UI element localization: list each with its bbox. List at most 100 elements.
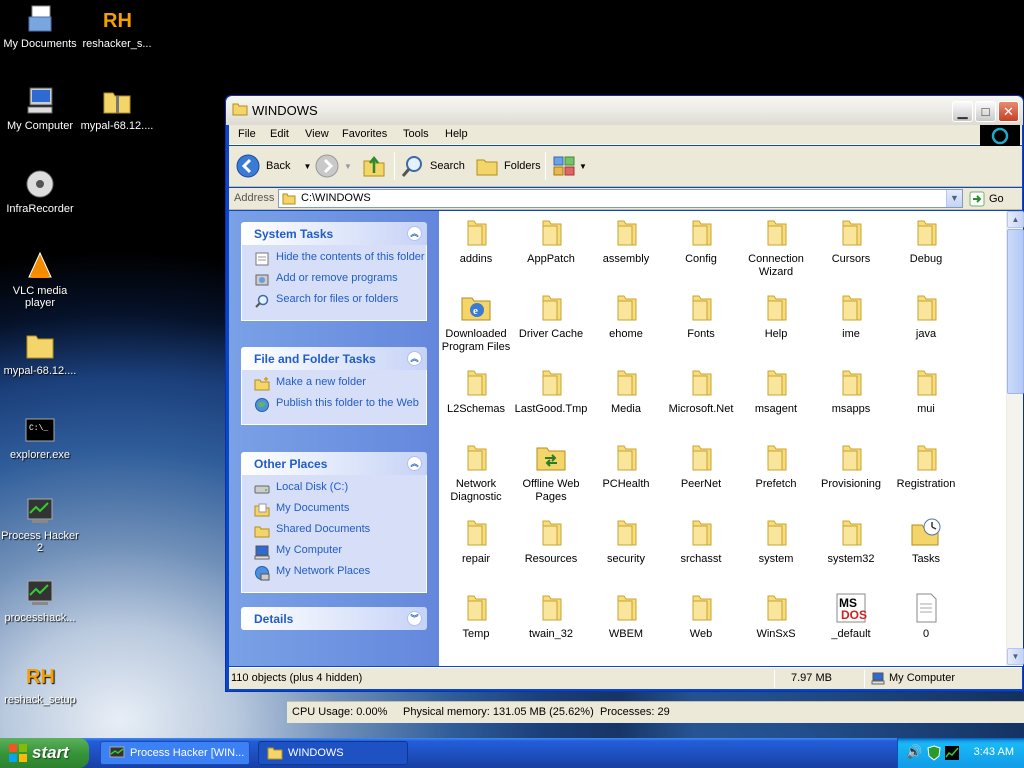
file-item[interactable]: MS DOS _default bbox=[814, 592, 888, 641]
address-dropdown-button[interactable]: ▼ bbox=[946, 190, 962, 207]
go-button[interactable]: Go bbox=[969, 190, 1004, 208]
place-my-documents[interactable]: My Documents bbox=[254, 502, 426, 518]
desktop-icon-my-documents[interactable]: My Documents bbox=[0, 3, 80, 50]
menu-edit[interactable]: Edit bbox=[270, 128, 289, 140]
scroll-thumb[interactable] bbox=[1007, 229, 1024, 394]
collapse-icon[interactable]: ︽ bbox=[407, 226, 422, 241]
file-item[interactable]: AppPatch bbox=[514, 217, 588, 266]
menu-tools[interactable]: Tools bbox=[403, 128, 429, 140]
file-item[interactable]: Cursors bbox=[814, 217, 888, 266]
file-item[interactable]: PeerNet bbox=[664, 442, 738, 491]
task-search-files[interactable]: Search for files or folders bbox=[254, 293, 426, 309]
other-places-header[interactable]: Other Places ︽ bbox=[241, 452, 427, 475]
place-shared-documents[interactable]: Shared Documents bbox=[254, 523, 426, 539]
file-item[interactable]: ehome bbox=[589, 292, 663, 341]
file-item[interactable]: java bbox=[889, 292, 963, 341]
collapse-icon[interactable]: ︽ bbox=[407, 351, 422, 366]
desktop-icon-processhack-setup[interactable]: processhack... bbox=[0, 577, 80, 624]
file-item[interactable]: 0 bbox=[889, 592, 963, 641]
process-hacker-tray-icon[interactable] bbox=[944, 745, 960, 761]
file-item[interactable]: Media bbox=[589, 367, 663, 416]
minimize-button[interactable]: ▁ bbox=[952, 101, 973, 122]
volume-icon[interactable]: 🔊 bbox=[906, 744, 922, 760]
file-item[interactable]: Network Diagnostic bbox=[439, 442, 513, 504]
file-item[interactable]: Config bbox=[664, 217, 738, 266]
menu-file[interactable]: File bbox=[238, 128, 256, 140]
taskbar-button-windows[interactable]: WINDOWS bbox=[258, 741, 408, 765]
desktop-icon-infrarecorder[interactable]: InfraRecorder bbox=[0, 168, 80, 215]
up-folder-button[interactable] bbox=[361, 152, 387, 180]
address-input[interactable]: C:\WINDOWS ▼ bbox=[278, 189, 963, 208]
desktop-icon-mypal-folder[interactable]: mypal-68.12.... bbox=[0, 330, 80, 377]
file-item[interactable]: LastGood.Tmp bbox=[514, 367, 588, 416]
desktop-icon-reshacker[interactable]: RH reshacker_s... bbox=[77, 3, 157, 50]
menu-help[interactable]: Help bbox=[445, 128, 468, 140]
scroll-up-button[interactable]: ▲ bbox=[1007, 211, 1024, 228]
desktop-icon-vlc[interactable]: VLC media player bbox=[0, 250, 80, 309]
file-item[interactable]: assembly bbox=[589, 217, 663, 266]
menu-view[interactable]: View bbox=[305, 128, 329, 140]
title-bar[interactable]: WINDOWS ▁ □ ✕ bbox=[226, 96, 1023, 125]
file-item[interactable]: ime bbox=[814, 292, 888, 341]
file-item[interactable]: Fonts bbox=[664, 292, 738, 341]
search-button[interactable]: Search bbox=[401, 152, 465, 180]
desktop-icon-process-hacker[interactable]: Process Hacker 2 bbox=[0, 495, 80, 554]
taskbar-button-process-hacker[interactable]: Process Hacker [WIN... bbox=[100, 741, 250, 765]
forward-button[interactable]: ▼ bbox=[314, 152, 352, 180]
task-add-remove-programs[interactable]: Add or remove programs bbox=[254, 272, 426, 288]
task-make-new-folder[interactable]: Make a new folder bbox=[254, 376, 426, 392]
file-item[interactable]: Driver Cache bbox=[514, 292, 588, 341]
back-button[interactable]: Back ▼ bbox=[235, 152, 311, 180]
maximize-button[interactable]: □ bbox=[975, 101, 996, 122]
place-my-network-places[interactable]: My Network Places bbox=[254, 565, 426, 581]
close-button[interactable]: ✕ bbox=[998, 101, 1019, 122]
file-item[interactable]: Prefetch bbox=[739, 442, 813, 491]
task-hide-contents[interactable]: Hide the contents of this folder bbox=[254, 251, 426, 267]
collapse-icon[interactable]: ︽ bbox=[407, 456, 422, 471]
file-item[interactable]: system bbox=[739, 517, 813, 566]
file-item[interactable]: Microsoft.Net bbox=[664, 367, 738, 416]
file-item[interactable]: PCHealth bbox=[589, 442, 663, 491]
file-item[interactable]: e Downloaded Program Files bbox=[439, 292, 513, 354]
file-item[interactable]: Help bbox=[739, 292, 813, 341]
place-local-disk[interactable]: Local Disk (C:) bbox=[254, 481, 426, 497]
file-item[interactable]: WBEM bbox=[589, 592, 663, 641]
desktop-icon-my-computer[interactable]: My Computer bbox=[0, 85, 80, 132]
desktop-icon-reshack-setup[interactable]: RH reshack_setup bbox=[0, 659, 80, 706]
system-tasks-header[interactable]: System Tasks ︽ bbox=[241, 222, 427, 245]
folders-button[interactable]: Folders bbox=[475, 152, 541, 180]
views-button[interactable]: ▼ bbox=[552, 152, 587, 180]
file-item[interactable]: Connection Wizard bbox=[739, 217, 813, 279]
start-button[interactable]: start bbox=[0, 738, 89, 768]
file-item[interactable]: system32 bbox=[814, 517, 888, 566]
file-item[interactable]: Registration bbox=[889, 442, 963, 491]
file-item[interactable]: addins bbox=[439, 217, 513, 266]
place-my-computer[interactable]: My Computer bbox=[254, 544, 426, 560]
file-item[interactable]: mui bbox=[889, 367, 963, 416]
file-item[interactable]: L2Schemas bbox=[439, 367, 513, 416]
file-item[interactable]: Provisioning bbox=[814, 442, 888, 491]
desktop-icon-explorer-exe[interactable]: C:\_ explorer.exe bbox=[0, 414, 80, 461]
scroll-down-button[interactable]: ▼ bbox=[1007, 648, 1024, 665]
file-item[interactable]: twain_32 bbox=[514, 592, 588, 641]
file-item[interactable]: Resources bbox=[514, 517, 588, 566]
security-shield-icon[interactable] bbox=[927, 745, 941, 761]
task-publish-folder[interactable]: Publish this folder to the Web bbox=[254, 397, 426, 413]
file-item[interactable]: WinSxS bbox=[739, 592, 813, 641]
file-item[interactable]: security bbox=[589, 517, 663, 566]
details-header[interactable]: Details ︾ bbox=[241, 607, 427, 630]
file-item[interactable]: Tasks bbox=[889, 517, 963, 566]
file-item[interactable]: srchasst bbox=[664, 517, 738, 566]
file-item[interactable]: Offline Web Pages bbox=[514, 442, 588, 504]
file-folder-tasks-header[interactable]: File and Folder Tasks ︽ bbox=[241, 347, 427, 370]
file-item[interactable]: Web bbox=[664, 592, 738, 641]
expand-icon[interactable]: ︾ bbox=[407, 611, 422, 626]
file-item[interactable]: repair bbox=[439, 517, 513, 566]
file-item[interactable]: Debug bbox=[889, 217, 963, 266]
desktop-icon-mypal-zip[interactable]: mypal-68.12.... bbox=[77, 85, 157, 132]
file-item[interactable]: Temp bbox=[439, 592, 513, 641]
file-item[interactable]: msagent bbox=[739, 367, 813, 416]
file-item[interactable]: msapps bbox=[814, 367, 888, 416]
menu-favorites[interactable]: Favorites bbox=[342, 128, 387, 140]
vertical-scrollbar[interactable]: ▲ ▼ bbox=[1006, 211, 1024, 666]
